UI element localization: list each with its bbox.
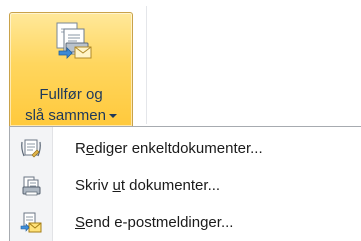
menu-item-mnemonic: S [75, 214, 86, 231]
menu-item-mnemonic: u [112, 177, 121, 194]
print-documents-icon [22, 176, 41, 196]
menu-item-label-part1: R [75, 140, 86, 157]
finish-merge-label-line2-text: slå sammen [25, 107, 106, 124]
finish-merge-button[interactable]: Fullfør og slå sammen [9, 12, 133, 126]
finish-merge-label-line1: Fullfør og [39, 86, 103, 103]
mail-merge-finish-ui: Fullfør og slå sammen Rediger enkeltdoku… [0, 0, 361, 241]
menu-item-mnemonic: e [85, 140, 95, 157]
menu-item-label-part2: t dokumenter... [120, 177, 221, 194]
ribbon-separator [146, 6, 147, 124]
menu-item-label-part2: diger enkeltdokumenter... [94, 140, 263, 157]
menu-item-send-email[interactable]: Send e-postmeldinger... [12, 207, 360, 239]
menu-item-label: Rediger enkeltdokumenter... [75, 140, 263, 157]
menu-item-label: Send e-postmeldinger... [75, 214, 233, 231]
finish-merge-icon [56, 22, 92, 59]
menu-item-label: Skriv ut dokumenter... [75, 177, 220, 194]
menu-item-label-part1: Skriv [75, 177, 113, 194]
send-email-icon [20, 212, 42, 233]
menu-item-label-part2: end e-postmeldinger... [85, 214, 234, 231]
finish-merge-label-line2: slå sammen [10, 107, 132, 125]
edit-individual-documents-icon [21, 139, 41, 158]
finish-merge-dropdown-menu: Rediger enkeltdokumenter... Skriv ut dok… [9, 126, 361, 241]
ribbon-group: Fullfør og slå sammen [0, 0, 361, 126]
dropdown-arrow-icon [108, 114, 117, 119]
menu-item-edit-individual-documents[interactable]: Rediger enkeltdokumenter... [12, 133, 360, 165]
menu-item-print-documents[interactable]: Skriv ut dokumenter... [12, 170, 360, 202]
